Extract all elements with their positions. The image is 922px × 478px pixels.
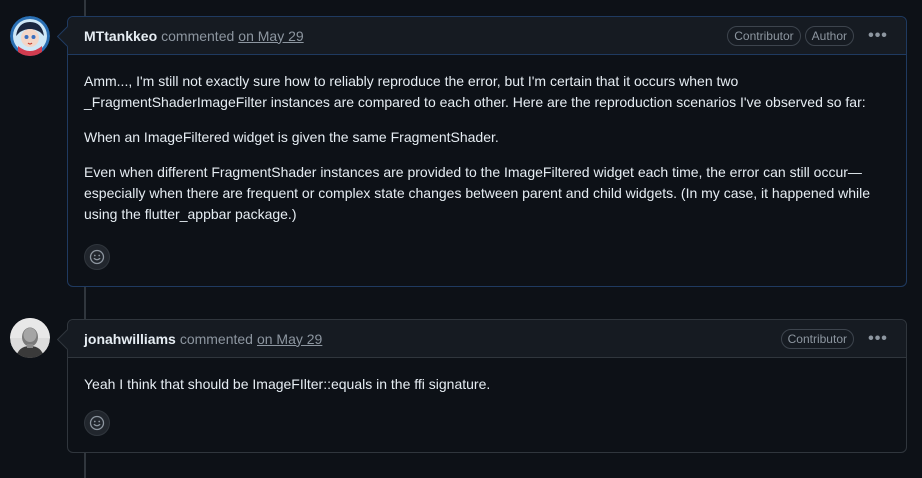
add-reaction-button[interactable] [84,410,110,436]
avatar-image [10,318,50,358]
author-badge: Author [804,25,854,46]
comment-header: jonahwilliams commented on May 29 Contri… [68,320,906,358]
kebab-horizontal-icon[interactable]: ••• [866,330,890,346]
comment-card: MTtankkeo commented on May 29 Contributo… [67,16,907,287]
avatar[interactable] [10,318,50,358]
contributor-badge: Contributor [780,328,854,349]
comment-card: jonahwilliams commented on May 29 Contri… [67,319,907,453]
comment-action: commented [161,27,235,44]
comment-body: Yeah I think that should be ImageFIlter:… [68,358,906,395]
comment-body: Amm..., I'm still not exactly sure how t… [68,55,906,225]
comment-date-link[interactable]: on May 29 [238,28,303,44]
contributor-badge: Contributor [727,25,801,46]
comment-action: commented [179,330,253,347]
badge-group: Contributor Author [727,25,854,46]
smiley-icon [89,249,105,265]
comment-paragraph: Yeah I think that should be ImageFIlter:… [84,376,491,392]
add-reaction-button[interactable] [84,244,110,270]
comment-paragraph: Even when different FragmentShader insta… [84,164,871,222]
comment-date-link[interactable]: on May 29 [257,331,322,347]
comment-paragraph: Amm..., I'm still not exactly sure how t… [84,73,866,110]
kebab-horizontal-icon[interactable]: ••• [866,27,890,43]
comment-header: MTtankkeo commented on May 29 Contributo… [68,17,906,55]
avatar[interactable] [10,16,50,56]
badge-group: Contributor [780,328,854,349]
avatar-image [10,16,50,56]
comment-author[interactable]: MTtankkeo [84,28,157,44]
smiley-icon [89,415,105,431]
comment-author[interactable]: jonahwilliams [84,331,176,347]
comment-paragraph: When an ImageFiltered widget is given th… [84,129,499,145]
